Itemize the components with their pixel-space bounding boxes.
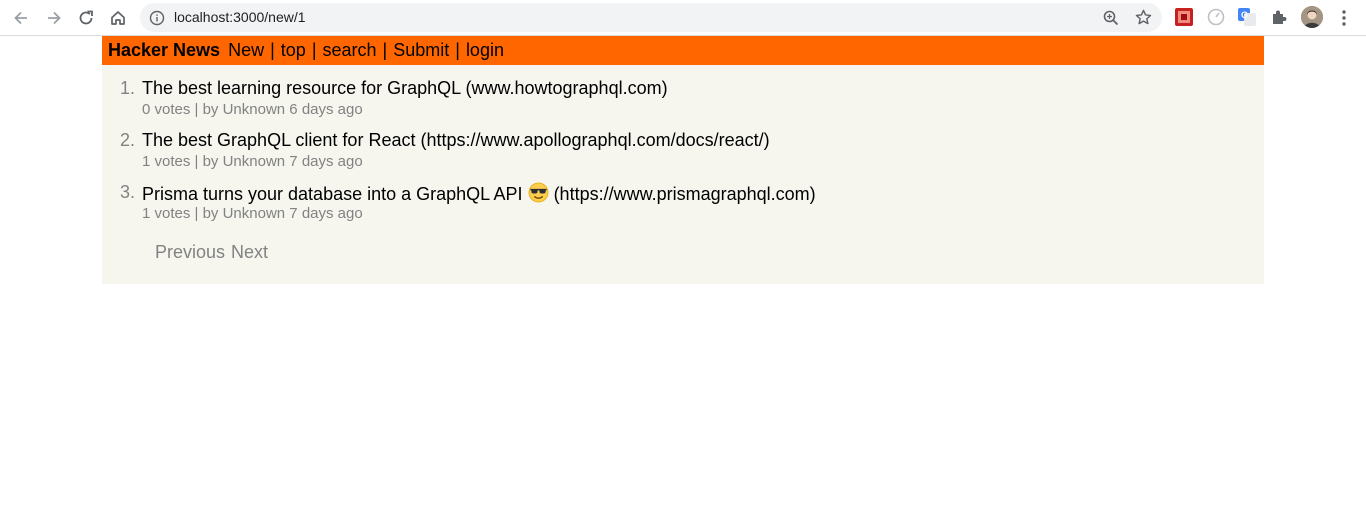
forward-arrow-icon[interactable] <box>41 5 67 31</box>
sunglasses-emoji-icon <box>528 182 548 203</box>
nav-login[interactable]: login <box>466 40 504 61</box>
item-title-url[interactable]: (https://www.prismagraphql.com) <box>554 184 816 204</box>
avatar[interactable] <box>1301 6 1323 28</box>
site-header: Hacker News New | top | search | Submit … <box>102 36 1264 65</box>
nav-search[interactable]: search <box>323 40 377 61</box>
next-button[interactable]: Next <box>231 242 268 262</box>
nav-separator: | <box>270 40 275 60</box>
item-meta: 1 votes | by Unknown 7 days ago <box>142 153 363 170</box>
item-title[interactable]: The best GraphQL client for React (https… <box>142 130 770 151</box>
browser-toolbar: localhost:3000/new/1 G <box>0 0 1366 36</box>
site-brand[interactable]: Hacker News <box>108 40 220 61</box>
nav-submit[interactable]: Submit <box>393 40 449 61</box>
nav-top[interactable]: top <box>281 40 306 61</box>
list-item: 3. Prisma turns your database into a Gra… <box>102 169 1264 222</box>
url-text[interactable]: localhost:3000/new/1 <box>174 9 306 25</box>
item-meta: 0 votes | by Unknown 6 days ago <box>142 101 363 118</box>
reload-icon[interactable] <box>73 5 99 31</box>
back-arrow-icon[interactable] <box>8 5 34 31</box>
list-item: 1. The best learning resource for GraphQ… <box>102 65 1264 118</box>
translate-icon[interactable]: G <box>1238 8 1256 26</box>
item-title[interactable]: Prisma turns your database into a GraphQ… <box>142 182 816 205</box>
svg-text:G: G <box>1241 10 1248 20</box>
nav-separator: | <box>382 40 388 60</box>
nav-separator: | <box>311 40 317 60</box>
extension-red-icon[interactable] <box>1175 8 1193 26</box>
menu-icon[interactable] <box>1336 8 1352 28</box>
page-container: Hacker News New | top | search | Submit … <box>102 36 1264 284</box>
home-icon[interactable] <box>105 5 131 31</box>
extensions-icon[interactable] <box>1270 8 1288 26</box>
info-icon[interactable] <box>149 10 165 26</box>
previous-button[interactable]: Previous <box>155 242 225 262</box>
item-title[interactable]: The best learning resource for GraphQL (… <box>142 78 668 99</box>
item-meta: 1 votes | by Unknown 7 days ago <box>142 205 363 222</box>
zoom-icon[interactable] <box>1102 9 1120 27</box>
item-rank: 2. <box>120 130 136 150</box>
address-bar[interactable]: localhost:3000/new/1 <box>140 3 1162 32</box>
item-rank: 3. <box>120 182 136 202</box>
nav-separator: | <box>455 40 460 60</box>
pagination: Previous Next <box>155 242 274 263</box>
extension-timer-icon[interactable] <box>1207 8 1225 26</box>
star-icon[interactable] <box>1134 8 1153 27</box>
list-item: 2. The best GraphQL client for React (ht… <box>102 117 1264 170</box>
item-rank: 1. <box>120 78 136 98</box>
nav-new[interactable]: New <box>228 40 264 61</box>
item-title-text[interactable]: Prisma turns your database into a GraphQ… <box>142 184 523 204</box>
